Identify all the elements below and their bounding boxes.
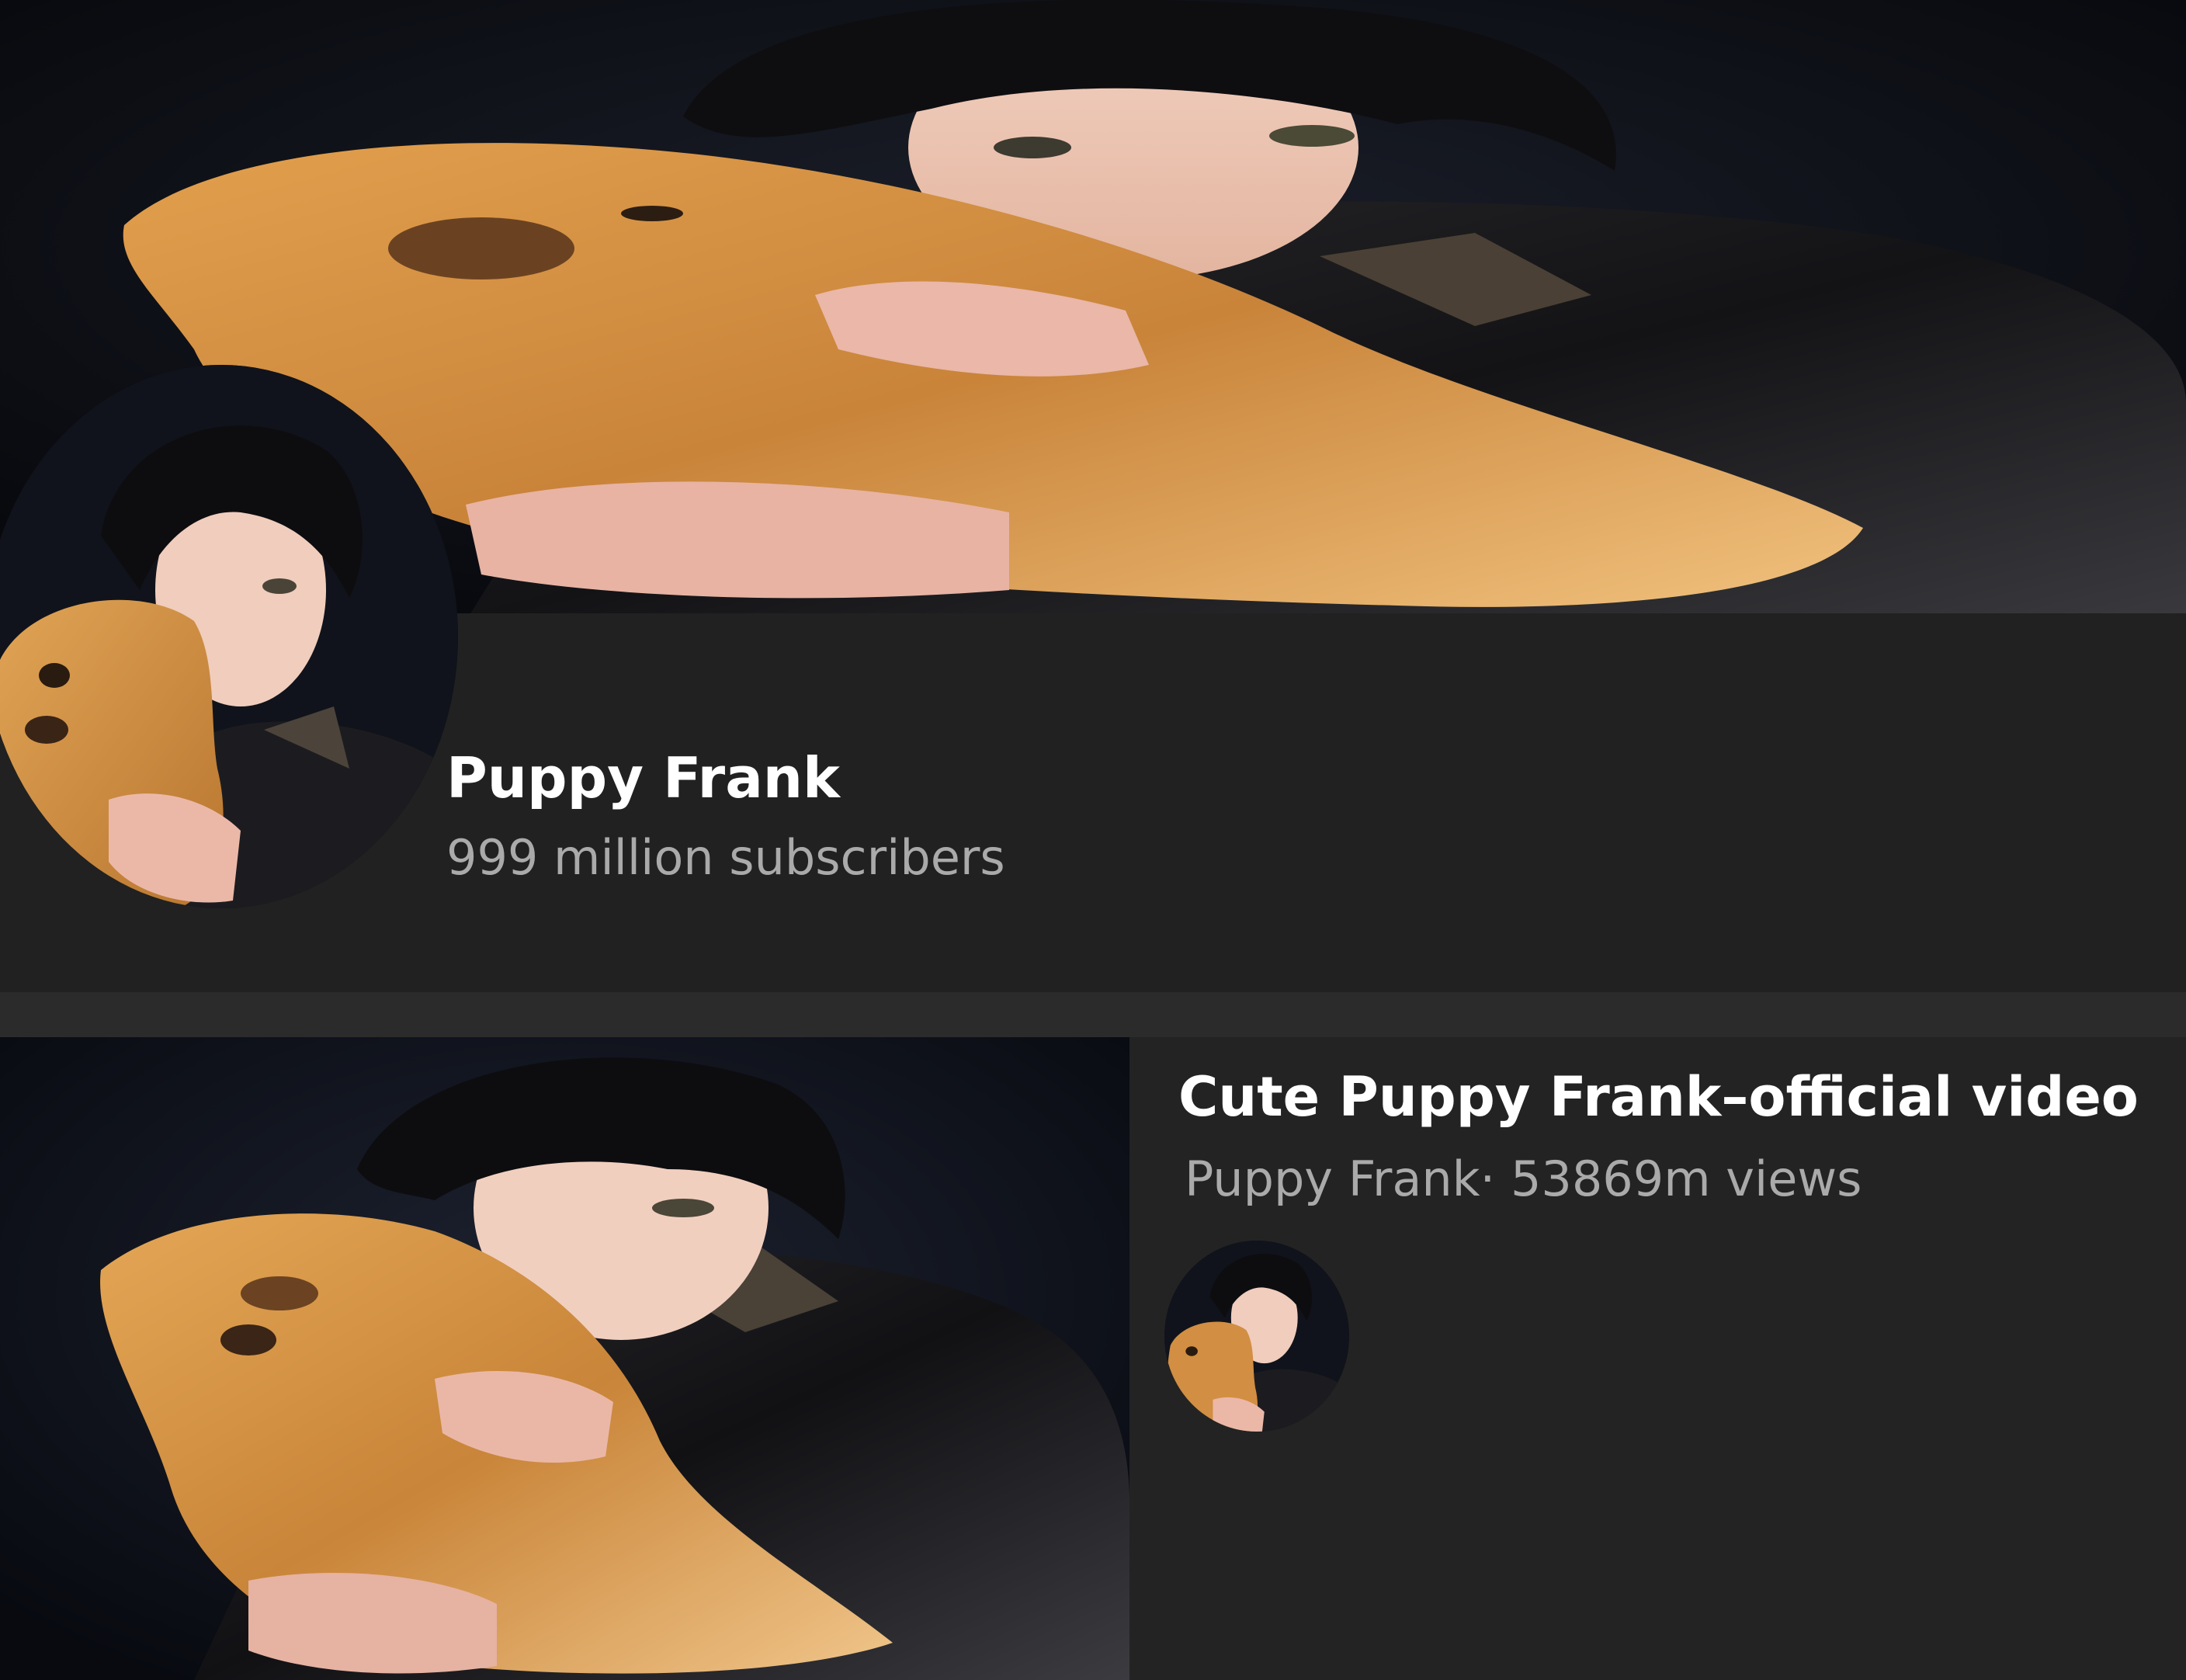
video-thumbnail[interactable] xyxy=(0,1037,1129,1680)
channel-name[interactable]: Puppy Frank xyxy=(446,745,840,810)
video-meta: Puppy Frank· 53869m views xyxy=(1185,1151,1862,1207)
video-thumbnail-photo xyxy=(0,1037,1129,1680)
subscriber-count: 999 million subscribers xyxy=(446,829,1005,886)
page: Puppy Frank 999 million subscribers Cute… xyxy=(0,0,2186,1680)
video-views: 53869m views xyxy=(1510,1151,1862,1207)
section-divider xyxy=(0,992,2186,1037)
channel-avatar-photo xyxy=(0,365,458,908)
mini-avatar-photo xyxy=(1164,1241,1349,1432)
video-channel-name[interactable]: Puppy Frank· xyxy=(1185,1151,1495,1207)
channel-avatar[interactable] xyxy=(0,365,458,908)
video-card[interactable]: Cute Puppy Frank–official video Puppy Fr… xyxy=(0,1037,2186,1680)
video-title[interactable]: Cute Puppy Frank–official video xyxy=(1178,1065,2139,1129)
video-channel-avatar[interactable] xyxy=(1164,1241,1349,1432)
